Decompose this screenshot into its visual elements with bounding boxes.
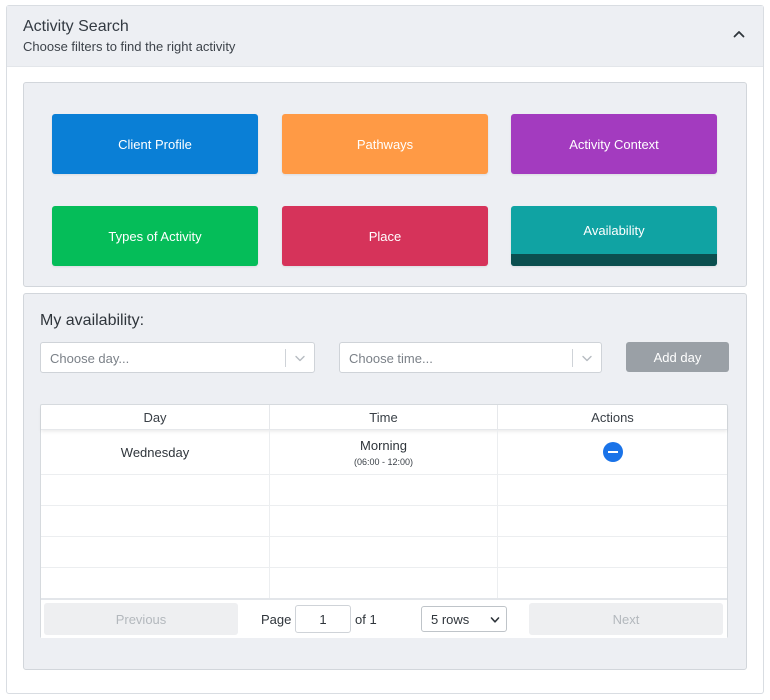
availability-panel: My availability: Choose day... Choose ti… bbox=[23, 293, 747, 670]
availability-title: My availability: bbox=[40, 312, 145, 329]
empty-cell bbox=[270, 475, 498, 505]
select-separator bbox=[572, 349, 573, 367]
table-row-empty bbox=[41, 568, 727, 598]
filter-label: Types of Activity bbox=[108, 228, 202, 244]
filter-pathways-button[interactable]: Pathways bbox=[282, 114, 488, 174]
column-header-day[interactable]: Day bbox=[41, 405, 270, 430]
time-select[interactable]: Choose time... bbox=[339, 342, 602, 373]
filter-place-button[interactable]: Place bbox=[282, 206, 488, 266]
select-separator bbox=[285, 349, 286, 367]
remove-day-button[interactable] bbox=[602, 442, 623, 462]
time-cell: Morning (06:00 - 12:00) bbox=[270, 430, 498, 474]
empty-cell bbox=[270, 506, 498, 536]
table-row-empty bbox=[41, 506, 727, 537]
rows-per-page-value: 5 rows bbox=[431, 611, 470, 627]
filters-panel: Client Profile Pathways Activity Context… bbox=[23, 82, 747, 287]
filter-label: Place bbox=[368, 228, 402, 244]
filter-label: Client Profile bbox=[118, 136, 192, 152]
filter-availability-button[interactable]: Availability bbox=[511, 206, 717, 266]
active-indicator-bar bbox=[511, 254, 717, 266]
chevron-down-icon bbox=[582, 355, 592, 362]
rows-per-page-select[interactable]: 5 rows bbox=[421, 606, 507, 632]
actions-cell bbox=[498, 430, 727, 474]
empty-cell bbox=[498, 568, 727, 598]
page-subtitle: Choose filters to find the right activit… bbox=[23, 39, 236, 54]
day-select-placeholder: Choose day... bbox=[50, 351, 130, 366]
minus-circle-icon bbox=[607, 451, 618, 453]
next-page-button[interactable]: Next bbox=[529, 603, 723, 635]
column-header-actions[interactable]: Actions bbox=[498, 405, 727, 430]
page-label: Page bbox=[261, 612, 292, 627]
empty-cell bbox=[41, 537, 270, 567]
empty-cell bbox=[498, 537, 727, 567]
empty-cell bbox=[41, 568, 270, 598]
day-cell: Wednesday bbox=[41, 430, 270, 474]
time-value: Morning bbox=[360, 437, 407, 453]
table-row-empty bbox=[41, 475, 727, 506]
filter-label: Pathways bbox=[356, 136, 414, 152]
activity-search-card: Activity Search Choose filters to find t… bbox=[6, 5, 764, 694]
empty-cell bbox=[270, 568, 498, 598]
page-title: Activity Search bbox=[23, 18, 129, 35]
time-range: (06:00 - 12:00) bbox=[353, 456, 414, 467]
column-header-time[interactable]: Time bbox=[270, 405, 498, 430]
empty-cell bbox=[41, 475, 270, 505]
page-number-input[interactable] bbox=[295, 605, 351, 633]
collapse-button[interactable] bbox=[729, 24, 749, 44]
chevron-down-icon bbox=[295, 355, 305, 362]
previous-page-button[interactable]: Previous bbox=[44, 603, 238, 635]
empty-cell bbox=[498, 506, 727, 536]
empty-cell bbox=[498, 475, 727, 505]
card-header[interactable]: Activity Search Choose filters to find t… bbox=[7, 6, 763, 67]
filter-label: Availability bbox=[583, 222, 645, 238]
time-select-placeholder: Choose time... bbox=[349, 351, 433, 366]
day-value: Wednesday bbox=[120, 444, 190, 460]
empty-cell bbox=[270, 537, 498, 567]
empty-cell bbox=[41, 506, 270, 536]
filter-client-profile-button[interactable]: Client Profile bbox=[52, 114, 258, 174]
availability-table: Day Time Actions Wednesday Morning (06:0… bbox=[40, 404, 728, 638]
table-header: Day Time Actions bbox=[41, 405, 727, 430]
add-day-button[interactable]: Add day bbox=[626, 342, 729, 372]
filter-types-of-activity-button[interactable]: Types of Activity bbox=[52, 206, 258, 266]
chevron-down-icon bbox=[490, 617, 500, 623]
filter-label: Activity Context bbox=[569, 136, 659, 152]
day-select[interactable]: Choose day... bbox=[40, 342, 315, 373]
table-row: Wednesday Morning (06:00 - 12:00) bbox=[41, 430, 727, 475]
pagination-bar: Previous Page of 1 5 rows Next bbox=[41, 598, 727, 638]
filter-activity-context-button[interactable]: Activity Context bbox=[511, 114, 717, 174]
table-row-empty bbox=[41, 537, 727, 568]
chevron-up-icon bbox=[733, 31, 745, 38]
page-count-label: of 1 bbox=[355, 612, 377, 627]
